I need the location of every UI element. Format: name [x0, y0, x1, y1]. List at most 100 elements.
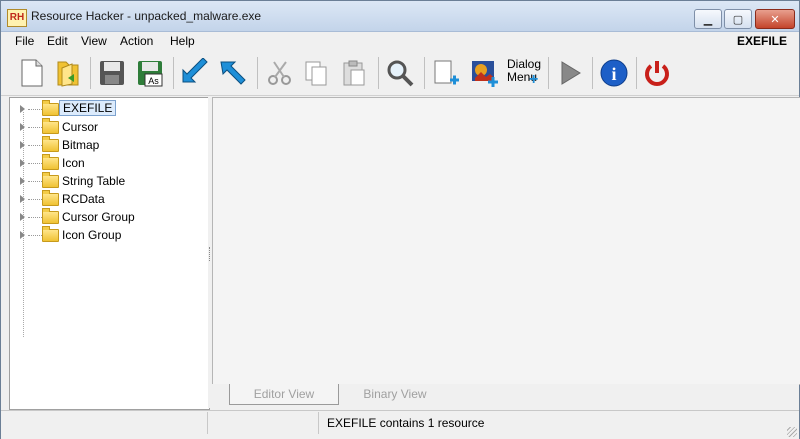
expand-icon[interactable]: [20, 213, 25, 221]
save-as-icon: As: [138, 61, 163, 87]
resize-grip-icon[interactable]: [787, 427, 797, 437]
add-image-resource-button[interactable]: [467, 55, 501, 91]
toolbar-separator: [636, 57, 637, 89]
tab-editor-view[interactable]: Editor View: [229, 384, 339, 405]
add-blank-resource-button[interactable]: [429, 55, 463, 91]
resource-tree[interactable]: EXEFILE Cursor Bitmap Icon String Table …: [9, 97, 210, 410]
tree-node-label: String Table: [62, 174, 126, 188]
save-icon: [100, 61, 124, 85]
editor-pane[interactable]: [212, 97, 800, 385]
status-cell-2: [208, 412, 319, 434]
toolbar-separator: [592, 57, 593, 89]
copy-button[interactable]: [299, 55, 333, 91]
save-as-label: As: [148, 76, 159, 86]
arrow-back-icon: [182, 58, 208, 83]
open-folder-icon: [57, 61, 79, 87]
window-title: Resource Hacker - unpacked_malware.exe: [31, 9, 262, 23]
menu-edit[interactable]: Edit: [47, 34, 68, 48]
run-script-icon: [561, 61, 581, 85]
menu-view[interactable]: View: [81, 34, 107, 48]
folder-icon: [42, 208, 59, 224]
minimize-icon: ▁: [703, 12, 713, 26]
save-button[interactable]: [95, 55, 129, 91]
search-icon: [387, 60, 414, 87]
compile-script-button[interactable]: [553, 55, 587, 91]
folder-icon: [42, 100, 59, 116]
status-bar: EXEFILE contains 1 resource: [1, 410, 799, 439]
tree-node-cursor[interactable]: Cursor: [10, 118, 205, 136]
toolbar-separator: [90, 57, 91, 89]
tree-node-string-table[interactable]: String Table: [10, 172, 205, 190]
cut-icon: [268, 61, 291, 85]
save-as-button[interactable]: As: [133, 55, 167, 91]
close-icon: ✕: [770, 12, 780, 26]
resource-hacker-app-icon: RH: [7, 9, 27, 27]
tree-node-cursor-group[interactable]: Cursor Group: [10, 208, 205, 226]
tree-node-label: Icon Group: [62, 228, 122, 242]
paste-button[interactable]: [337, 55, 371, 91]
current-resource-label: EXEFILE: [736, 34, 787, 48]
folder-icon: [42, 172, 59, 188]
add-image-resource-icon: [472, 61, 498, 87]
maximize-button[interactable]: ▢: [724, 9, 752, 29]
add-dialog-menu-button[interactable]: Dialog Menu +: [503, 55, 543, 91]
new-file-icon: [21, 59, 43, 87]
maximize-icon: ▢: [732, 12, 744, 26]
menu-help[interactable]: Help: [170, 34, 195, 48]
menu-bar: File Edit View Action Help EXEFILE: [1, 32, 799, 50]
toolbar-separator: [424, 57, 425, 89]
tree-node-label: Icon: [62, 156, 85, 170]
new-button[interactable]: [15, 55, 49, 91]
expand-icon[interactable]: [20, 195, 25, 203]
app-window: RH Resource Hacker - unpacked_malware.ex…: [0, 0, 800, 439]
power-icon: [645, 61, 669, 86]
tree-node-icon[interactable]: Icon: [10, 154, 205, 172]
tree-node-label: RCData: [62, 192, 105, 206]
tree-node-label: Cursor Group: [62, 210, 135, 224]
copy-icon: [305, 61, 327, 86]
about-button[interactable]: i: [597, 55, 631, 91]
status-text: EXEFILE contains 1 resource: [327, 416, 485, 430]
folder-icon: [42, 118, 59, 134]
expand-icon[interactable]: [20, 159, 25, 167]
tree-node-rcdata[interactable]: RCData: [10, 190, 205, 208]
toolbar-separator: [173, 57, 174, 89]
folder-icon: [42, 154, 59, 170]
tab-binary-view[interactable]: Binary View: [340, 384, 450, 404]
tree-node-bitmap[interactable]: Bitmap: [10, 136, 205, 154]
expand-icon[interactable]: [20, 141, 25, 149]
folder-icon: [42, 226, 59, 242]
exit-button[interactable]: [640, 55, 674, 91]
tree-node-label: EXEFILE: [59, 100, 117, 116]
menu-file[interactable]: File: [15, 34, 34, 48]
minimize-button[interactable]: ▁: [694, 9, 722, 29]
view-tabs: Editor View Binary View: [212, 384, 799, 408]
paste-icon: [343, 60, 365, 86]
tree-node-exefile[interactable]: EXEFILE: [10, 100, 205, 118]
tree-node-label: Bitmap: [62, 138, 100, 152]
forward-button[interactable]: [215, 55, 249, 91]
status-cell-1: [1, 412, 208, 434]
back-button[interactable]: [179, 55, 213, 91]
expand-icon[interactable]: [20, 105, 25, 113]
folder-icon: [42, 190, 59, 206]
toolbar-separator: [257, 57, 258, 89]
open-button[interactable]: [51, 55, 85, 91]
tree-node-icon-group[interactable]: Icon Group: [10, 226, 205, 244]
expand-icon[interactable]: [20, 231, 25, 239]
menu-action[interactable]: Action: [120, 34, 153, 48]
toolbar: As Dialog Menu + i: [1, 51, 799, 96]
tree-node-label: Cursor: [62, 120, 99, 134]
arrow-forward-icon: [220, 61, 246, 85]
toolbar-separator: [548, 57, 549, 89]
info-label: i: [611, 64, 616, 84]
add-blank-resource-icon: [434, 60, 459, 85]
dialog-menu-icon: Dialog Menu +: [503, 55, 543, 91]
find-button[interactable]: [383, 55, 417, 91]
expand-icon[interactable]: [20, 123, 25, 131]
cut-button[interactable]: [263, 55, 297, 91]
close-button[interactable]: ✕: [755, 9, 795, 29]
title-bar[interactable]: RH Resource Hacker - unpacked_malware.ex…: [1, 1, 799, 32]
expand-icon[interactable]: [20, 177, 25, 185]
info-icon: i: [600, 59, 628, 87]
